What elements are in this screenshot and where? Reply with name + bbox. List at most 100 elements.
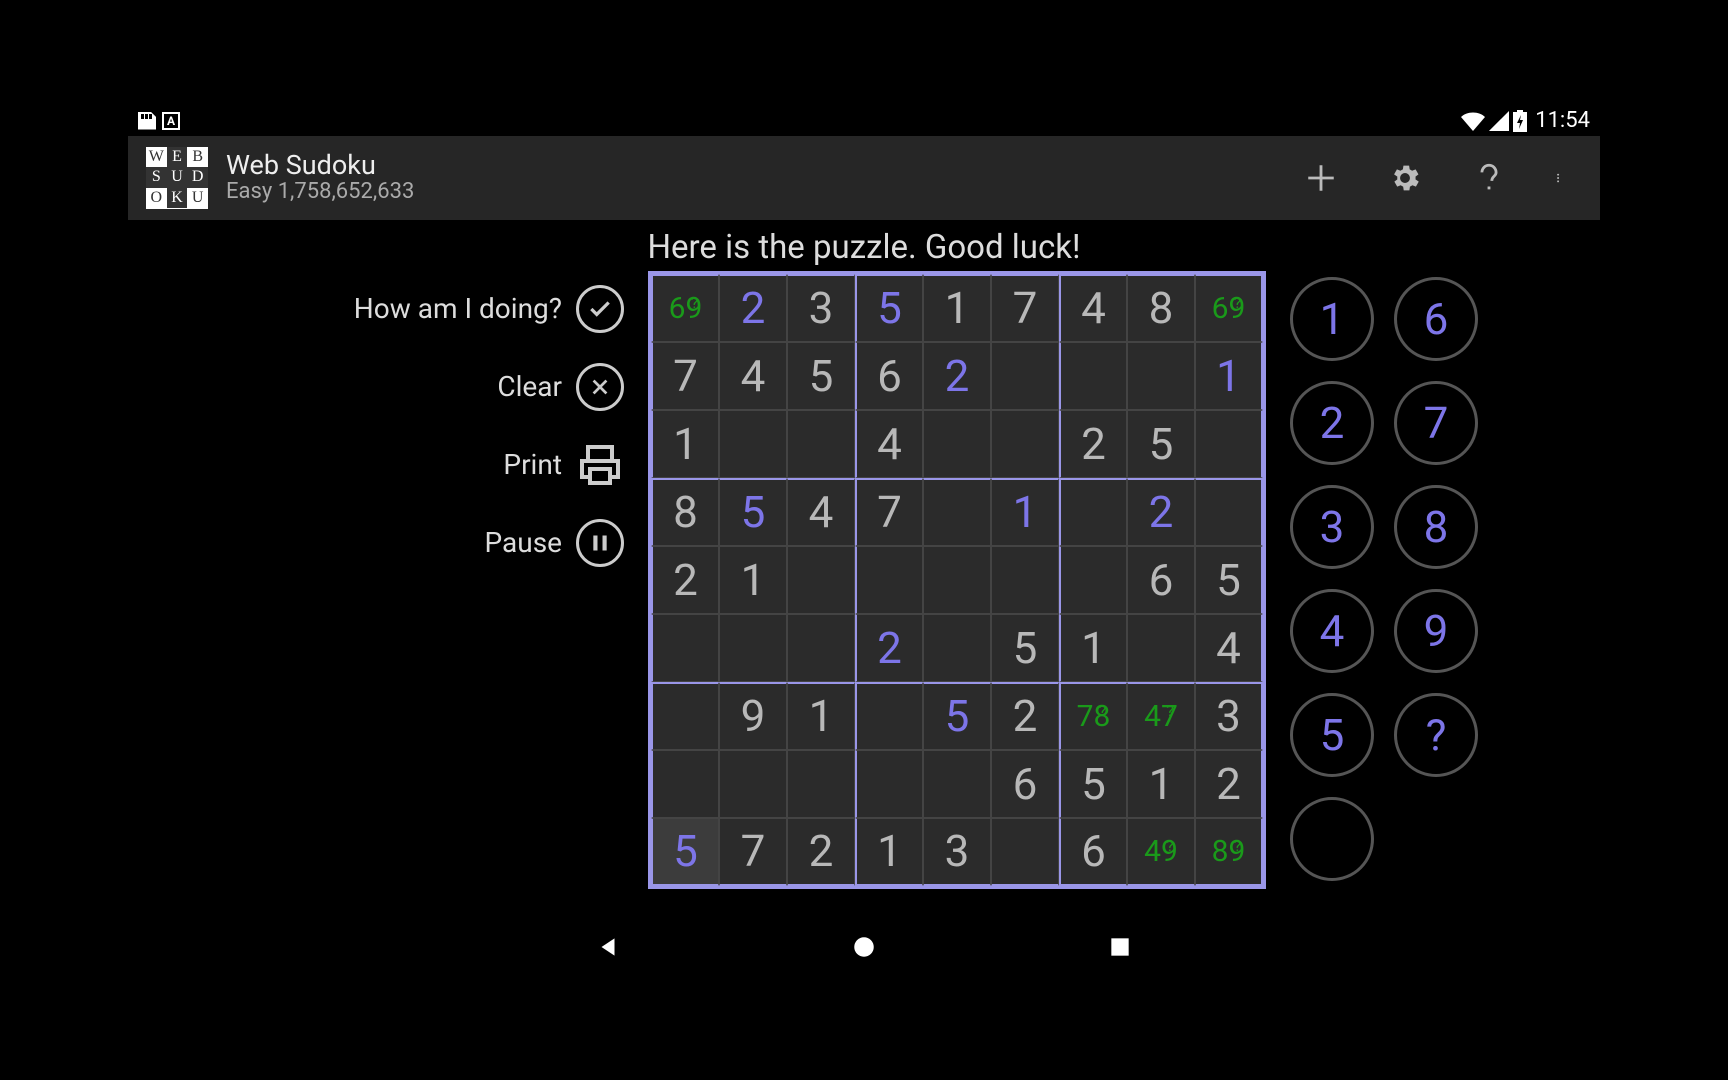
grid-cell[interactable]: 5: [651, 818, 719, 886]
grid-cell[interactable]: 4: [855, 410, 923, 478]
help-icon[interactable]: [1472, 161, 1506, 195]
grid-cell[interactable]: 47?: [1127, 682, 1195, 750]
grid-cell[interactable]: [787, 410, 855, 478]
check-button[interactable]: How am I doing?: [354, 285, 624, 333]
grid-cell[interactable]: [1195, 478, 1263, 546]
grid-cell[interactable]: 3: [923, 818, 991, 886]
numpad-erase-button[interactable]: [1290, 797, 1374, 881]
new-puzzle-icon[interactable]: [1304, 161, 1338, 195]
grid-cell[interactable]: [719, 614, 787, 682]
numpad-6-button[interactable]: 6: [1394, 277, 1478, 361]
numpad-hint-button[interactable]: ?: [1394, 693, 1478, 777]
grid-cell[interactable]: 1: [991, 478, 1059, 546]
grid-cell[interactable]: [787, 614, 855, 682]
grid-cell[interactable]: [991, 818, 1059, 886]
grid-cell[interactable]: 5: [923, 682, 991, 750]
grid-cell[interactable]: [923, 478, 991, 546]
grid-cell[interactable]: 5: [991, 614, 1059, 682]
grid-cell[interactable]: 3: [787, 274, 855, 342]
grid-cell[interactable]: [1195, 410, 1263, 478]
overflow-menu-icon[interactable]: [1556, 161, 1566, 195]
grid-cell[interactable]: [1059, 478, 1127, 546]
grid-cell[interactable]: 2: [1127, 478, 1195, 546]
grid-cell[interactable]: [923, 546, 991, 614]
grid-cell[interactable]: [991, 546, 1059, 614]
numpad-4-button[interactable]: 4: [1290, 589, 1374, 673]
grid-cell[interactable]: 1: [923, 274, 991, 342]
grid-cell[interactable]: 1: [1195, 342, 1263, 410]
grid-cell[interactable]: 2: [787, 818, 855, 886]
grid-cell[interactable]: 6: [991, 750, 1059, 818]
grid-cell[interactable]: [719, 410, 787, 478]
grid-cell[interactable]: 6: [1127, 546, 1195, 614]
grid-cell[interactable]: 2: [991, 682, 1059, 750]
grid-cell[interactable]: 8: [1127, 274, 1195, 342]
settings-icon[interactable]: [1388, 161, 1422, 195]
grid-cell[interactable]: 2: [855, 614, 923, 682]
grid-cell[interactable]: 2: [1059, 410, 1127, 478]
grid-cell[interactable]: 5: [719, 478, 787, 546]
grid-cell[interactable]: [787, 750, 855, 818]
grid-cell[interactable]: 1: [1127, 750, 1195, 818]
grid-cell[interactable]: 5: [1059, 750, 1127, 818]
grid-cell[interactable]: [991, 342, 1059, 410]
grid-cell[interactable]: 7: [651, 342, 719, 410]
grid-cell[interactable]: 5: [1195, 546, 1263, 614]
grid-cell[interactable]: 1: [855, 818, 923, 886]
grid-cell[interactable]: 4: [719, 342, 787, 410]
grid-cell[interactable]: [719, 750, 787, 818]
grid-cell[interactable]: 9: [719, 682, 787, 750]
grid-cell[interactable]: 2: [719, 274, 787, 342]
grid-cell[interactable]: [923, 614, 991, 682]
numpad-1-button[interactable]: 1: [1290, 277, 1374, 361]
numpad-8-button[interactable]: 8: [1394, 485, 1478, 569]
grid-cell[interactable]: [923, 750, 991, 818]
numpad-3-button[interactable]: 3: [1290, 485, 1374, 569]
clear-button[interactable]: Clear: [497, 363, 624, 411]
numpad-5-button[interactable]: 5: [1290, 693, 1374, 777]
grid-cell[interactable]: [1127, 614, 1195, 682]
grid-cell[interactable]: 4: [787, 478, 855, 546]
grid-cell[interactable]: 6: [1059, 818, 1127, 886]
grid-cell[interactable]: 1: [719, 546, 787, 614]
grid-cell[interactable]: 49?: [1127, 818, 1195, 886]
pause-button[interactable]: Pause: [485, 519, 624, 567]
grid-cell[interactable]: [1059, 546, 1127, 614]
grid-cell[interactable]: [1127, 342, 1195, 410]
grid-cell[interactable]: [991, 410, 1059, 478]
print-button[interactable]: Print: [503, 441, 624, 489]
grid-cell[interactable]: 7: [991, 274, 1059, 342]
grid-cell[interactable]: 2: [923, 342, 991, 410]
grid-cell[interactable]: 6: [855, 342, 923, 410]
grid-cell[interactable]: [1059, 342, 1127, 410]
grid-cell[interactable]: 5: [1127, 410, 1195, 478]
numpad-7-button[interactable]: 7: [1394, 381, 1478, 465]
grid-cell[interactable]: [651, 682, 719, 750]
grid-cell[interactable]: [855, 750, 923, 818]
grid-cell[interactable]: 3: [1195, 682, 1263, 750]
grid-cell[interactable]: [787, 546, 855, 614]
grid-cell[interactable]: 4: [1059, 274, 1127, 342]
grid-cell[interactable]: 78?: [1059, 682, 1127, 750]
grid-cell[interactable]: 7: [719, 818, 787, 886]
grid-cell[interactable]: [855, 682, 923, 750]
grid-cell[interactable]: 1: [1059, 614, 1127, 682]
nav-recent-icon[interactable]: [1107, 934, 1133, 960]
grid-cell[interactable]: 8: [651, 478, 719, 546]
grid-cell[interactable]: [651, 614, 719, 682]
grid-cell[interactable]: 1: [787, 682, 855, 750]
grid-cell[interactable]: 7: [855, 478, 923, 546]
grid-cell[interactable]: 2: [1195, 750, 1263, 818]
grid-cell[interactable]: 4: [1195, 614, 1263, 682]
grid-cell[interactable]: 69?: [1195, 274, 1263, 342]
numpad-9-button[interactable]: 9: [1394, 589, 1478, 673]
grid-cell[interactable]: 2: [651, 546, 719, 614]
grid-cell[interactable]: 89?: [1195, 818, 1263, 886]
numpad-2-button[interactable]: 2: [1290, 381, 1374, 465]
grid-cell[interactable]: 5: [787, 342, 855, 410]
grid-cell[interactable]: 5: [855, 274, 923, 342]
grid-cell[interactable]: [855, 546, 923, 614]
nav-back-icon[interactable]: [595, 934, 621, 960]
grid-cell[interactable]: [651, 750, 719, 818]
nav-home-icon[interactable]: [851, 934, 877, 960]
